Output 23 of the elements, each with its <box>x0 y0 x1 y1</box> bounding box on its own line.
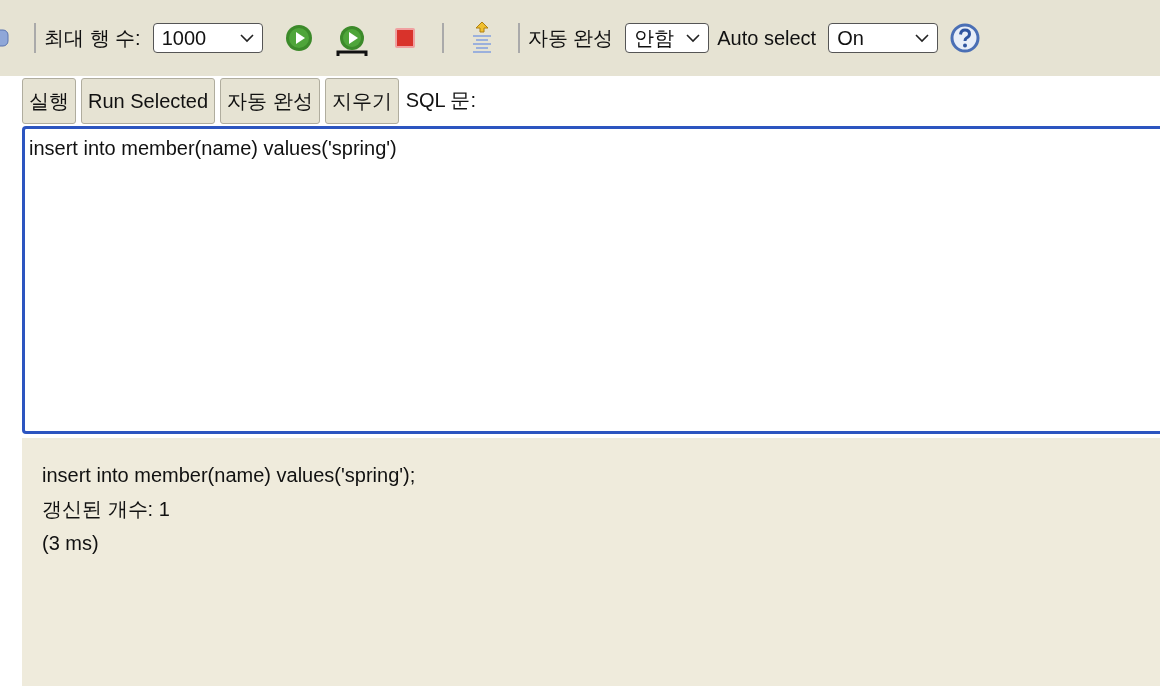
play-underline-icon[interactable] <box>334 25 369 57</box>
dropdown[interactable]: 1000 <box>152 23 263 53</box>
result-text: (3 ms) <box>42 531 99 556</box>
sql-editor[interactable]: insert into member(name) values('spring') <box>22 126 1160 434</box>
partial-icon[interactable] <box>0 28 10 48</box>
caret-icon <box>915 33 930 43</box>
toolbar-label: 자동 완성 <box>527 25 614 51</box>
toolbar-label: Auto select <box>717 26 817 50</box>
result-text: insert into member(name) values('spring'); <box>42 463 416 488</box>
toolbar-button[interactable]: 지우기 <box>324 78 399 124</box>
toolbar-button[interactable]: Run Selected <box>81 78 216 124</box>
toolbar-button[interactable]: 자동 완성 <box>220 78 320 124</box>
caret-icon <box>686 33 701 43</box>
stop-icon[interactable] <box>393 27 416 49</box>
toolbar-label: 최대 행 수: <box>44 25 141 51</box>
play-icon[interactable] <box>284 24 313 52</box>
result-text: 갱신된 개수: 1 <box>42 497 170 522</box>
dropdown[interactable]: On <box>828 23 939 53</box>
dropdown[interactable]: 안함 <box>625 23 710 53</box>
caret-icon <box>239 33 254 43</box>
toolbar-button[interactable]: 실행 <box>22 78 76 124</box>
editor-label: SQL 문: <box>405 87 477 113</box>
help-icon[interactable] <box>950 23 981 53</box>
